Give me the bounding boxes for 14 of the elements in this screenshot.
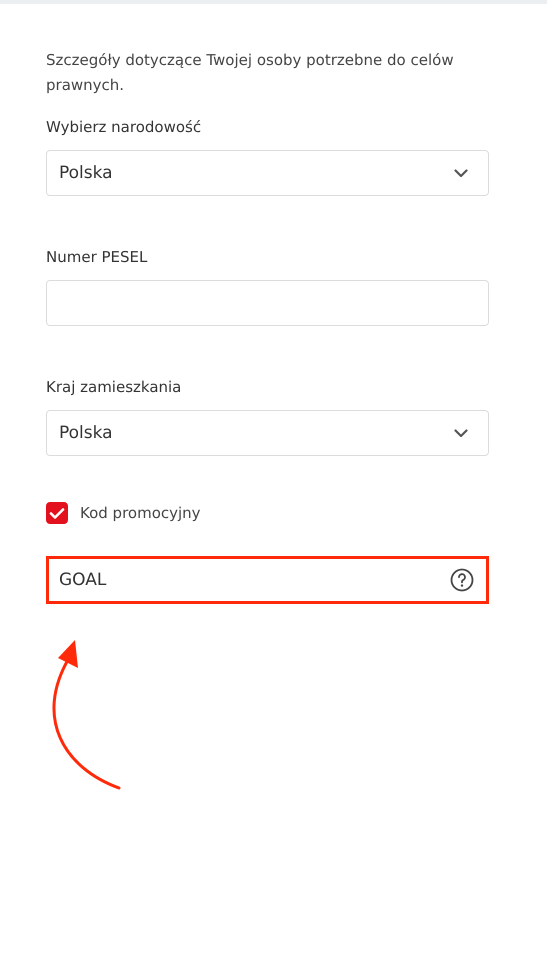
help-icon[interactable]	[450, 568, 474, 592]
field-label: Wybierz narodowość	[46, 118, 202, 136]
checkmark-icon	[49, 506, 65, 520]
promo-code-field[interactable]: GOAL	[46, 556, 489, 604]
field-label: Numer PESEL	[46, 248, 148, 266]
field-label: Kraj zamieszkania	[46, 378, 182, 396]
intro-text: Szczegóły dotyczące Twojej osoby potrzebne do celów prawnych.	[46, 50, 455, 96]
chevron-down-icon	[454, 168, 468, 178]
chevron-down-icon	[454, 428, 468, 438]
checkbox[interactable]	[46, 502, 68, 524]
checkbox-label[interactable]: Kod promocyjny	[80, 504, 201, 522]
input-field[interactable]	[46, 280, 489, 326]
select-field[interactable]: Polska	[46, 150, 489, 196]
select-field[interactable]: Polska	[46, 410, 489, 456]
